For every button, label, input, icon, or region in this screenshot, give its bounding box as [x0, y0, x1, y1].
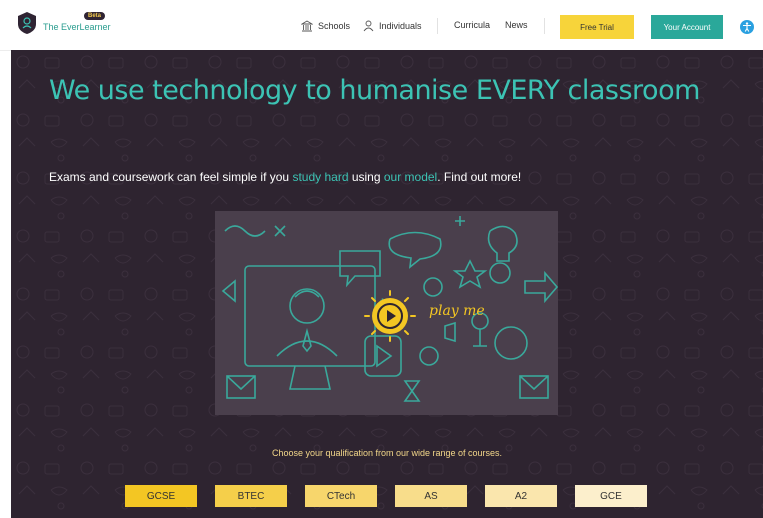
nav-individuals-label: Individuals [379, 21, 422, 31]
qualification-button-ctech[interactable]: CTech [305, 485, 377, 507]
accessibility-icon [743, 22, 751, 32]
nav-individuals[interactable]: Individuals [363, 20, 422, 32]
nav-curricula[interactable]: Curricula [454, 20, 490, 30]
subtitle-text: . Find out more! [437, 170, 522, 184]
brand-name[interactable]: The EverLearner [43, 22, 111, 32]
qualification-button-btec[interactable]: BTEC [215, 485, 287, 507]
hero-section: We use technology to humanise EVERY clas… [11, 50, 763, 518]
nav-news-label: News [505, 20, 528, 30]
person-icon [363, 20, 374, 32]
free-trial-button[interactable]: Free Trial [560, 15, 634, 39]
study-hard-link[interactable]: study hard [292, 170, 348, 184]
qualification-button-a2[interactable]: A2 [485, 485, 557, 507]
qualification-prompt: Choose your qualification from our wide … [271, 448, 503, 458]
everlearner-logo-icon[interactable] [18, 12, 36, 34]
subtitle-text: using [348, 170, 384, 184]
your-account-button[interactable]: Your Account [651, 15, 723, 39]
play-button-icon[interactable] [363, 289, 417, 343]
our-model-link[interactable]: our model [384, 170, 437, 184]
qualification-button-gce[interactable]: GCE [575, 485, 647, 507]
subtitle-text: Exams and coursework can feel simple if … [49, 170, 293, 184]
top-header: The EverLearner Beta Schools Individuals… [0, 0, 763, 51]
building-icon [301, 20, 313, 32]
qualification-button-as[interactable]: AS [395, 485, 467, 507]
beta-badge: Beta [84, 12, 106, 20]
intro-video[interactable]: play me [215, 211, 558, 415]
play-me-label[interactable]: play me [429, 303, 485, 319]
nav-divider [544, 18, 545, 34]
nav-curricula-label: Curricula [454, 20, 491, 30]
nav-schools-label: Schools [318, 21, 351, 31]
qualification-button-gcse[interactable]: GCSE [125, 485, 197, 507]
nav-divider [437, 18, 438, 34]
nav-schools[interactable]: Schools [301, 20, 350, 32]
accessibility-button[interactable] [740, 20, 754, 34]
hero-subtitle: Exams and coursework can feel simple if … [49, 170, 521, 184]
nav-news[interactable]: News [505, 20, 528, 30]
hero-title: We use technology to humanise EVERY clas… [49, 75, 700, 106]
